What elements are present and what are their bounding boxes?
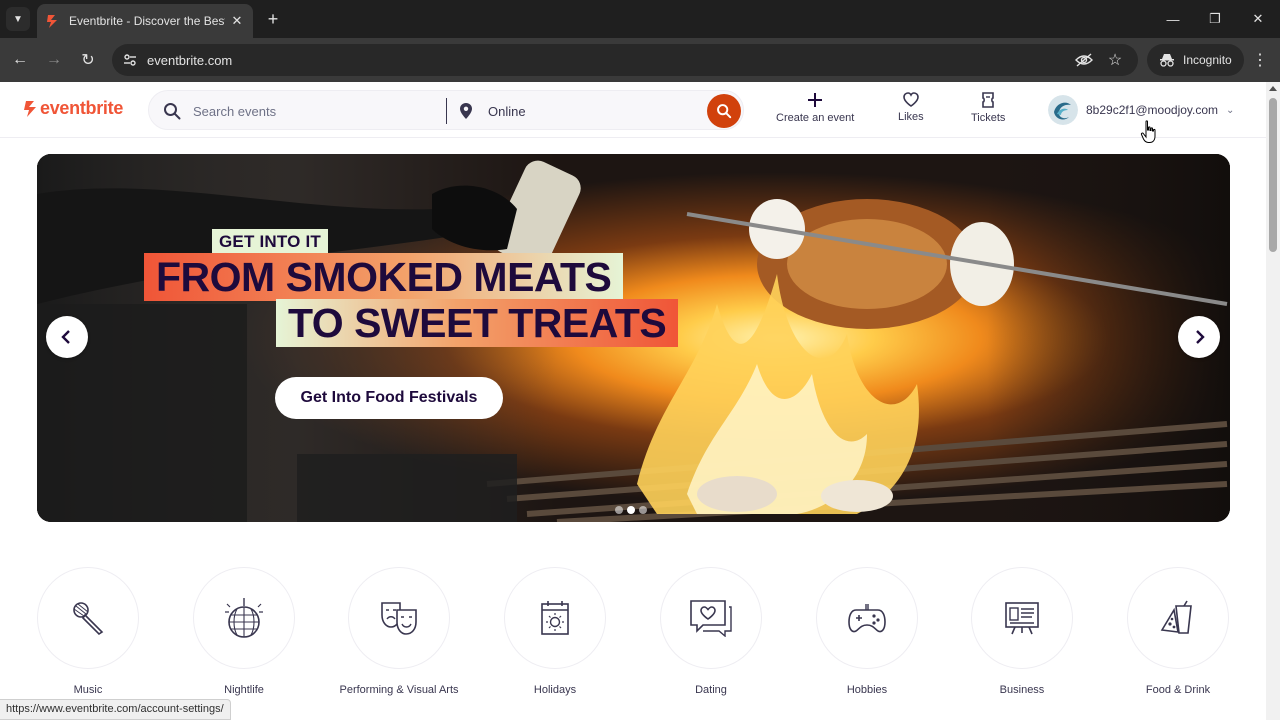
- carousel-dot-active[interactable]: [627, 506, 635, 514]
- location-pin-icon: [460, 103, 472, 119]
- new-tab-icon[interactable]: +: [262, 8, 284, 30]
- category-circle: [660, 567, 762, 669]
- carousel-next-button[interactable]: [1178, 316, 1220, 358]
- avatar: [1048, 95, 1078, 125]
- page-scrollbar[interactable]: [1266, 82, 1280, 720]
- address-bar[interactable]: eventbrite.com ☆: [112, 44, 1138, 76]
- create-event-label: Create an event: [776, 112, 855, 124]
- incognito-label: Incognito: [1183, 53, 1232, 67]
- search-submit-icon: [717, 104, 732, 119]
- hero-headline-line1: FROM SMOKED MEATS: [144, 253, 624, 301]
- category-label: Dating: [695, 684, 727, 696]
- category-circle: [37, 567, 139, 669]
- carousel-dots: [615, 506, 647, 514]
- web-page: eventbrite Create an event: [0, 82, 1280, 720]
- theater-masks-icon: [381, 602, 417, 635]
- incognito-icon: [1160, 54, 1174, 67]
- browser-menu-icon[interactable]: ⋮: [1248, 48, 1272, 72]
- tracking-protection-icon[interactable]: [1072, 48, 1096, 72]
- category-label: Music: [73, 684, 103, 696]
- category-circle: [1127, 567, 1229, 669]
- eventbrite-favicon-icon: [47, 15, 57, 28]
- likes-label: Likes: [898, 111, 924, 123]
- gamepad-icon: [848, 604, 886, 633]
- location-input[interactable]: [488, 100, 688, 122]
- chevron-down-icon: ⌄: [1226, 104, 1235, 116]
- scrollbar-thumb[interactable]: [1269, 98, 1277, 252]
- heart-chat-icon: [690, 600, 732, 637]
- ticket-icon: [982, 92, 995, 108]
- window-close-icon[interactable]: ✕: [1237, 0, 1279, 38]
- browser-tab-bar: ▼ Eventbrite - Discover the Best Local E…: [0, 0, 1280, 38]
- hero-carousel: GET INTO IT FROM SMOKED MEATS TO SWEET T…: [37, 154, 1230, 522]
- heart-icon: [903, 92, 919, 107]
- search-divider: [446, 98, 447, 124]
- search-events-input[interactable]: [193, 100, 443, 122]
- site-header: eventbrite Create an event: [0, 82, 1266, 138]
- tickets-link[interactable]: Tickets: [971, 92, 1005, 124]
- category-label: Food & Drink: [1145, 684, 1211, 696]
- category-holidays[interactable]: Holidays: [477, 567, 633, 698]
- disco-ball-icon: [225, 598, 263, 638]
- category-music[interactable]: Music: [10, 567, 166, 698]
- category-label: Holidays: [533, 684, 577, 696]
- chevron-right-icon: [1196, 330, 1205, 344]
- carousel-dot[interactable]: [615, 506, 623, 514]
- category-label: Business: [999, 684, 1045, 696]
- incognito-badge[interactable]: Incognito: [1147, 44, 1244, 76]
- category-circle: [816, 567, 918, 669]
- category-performing-visual-arts[interactable]: Performing & Visual Arts: [321, 567, 477, 698]
- create-event-link[interactable]: Create an event: [776, 92, 854, 124]
- likes-link[interactable]: Likes: [898, 92, 924, 123]
- category-hobbies[interactable]: Hobbies: [789, 567, 945, 698]
- restore-icon[interactable]: ❐: [1194, 0, 1236, 38]
- tickets-label: Tickets: [971, 112, 1006, 124]
- account-email: 8b29c2f1@moodjoy.com: [1086, 103, 1219, 117]
- minimize-icon[interactable]: —: [1152, 0, 1194, 38]
- category-circle: [193, 567, 295, 669]
- bookmark-star-icon[interactable]: ☆: [1103, 48, 1127, 72]
- microphone-icon: [73, 602, 104, 636]
- category-label: Performing & Visual Arts: [339, 684, 459, 696]
- status-bar-link-preview: https://www.eventbrite.com/account-setti…: [0, 699, 231, 720]
- reload-icon[interactable]: ↻: [76, 48, 100, 72]
- chevron-down-icon: ▼: [13, 13, 23, 25]
- search-icon: [164, 103, 181, 120]
- search-submit-button[interactable]: [707, 94, 741, 128]
- category-nightlife[interactable]: Nightlife: [166, 567, 322, 698]
- back-icon[interactable]: ←: [8, 48, 32, 72]
- tab-title: Eventbrite - Discover the Best Local Eve…: [69, 14, 225, 28]
- category-label: Nightlife: [224, 684, 264, 696]
- chevron-left-icon: [61, 330, 70, 344]
- carousel-prev-button[interactable]: [46, 316, 88, 358]
- hero-headline-line2: TO SWEET TREATS: [276, 299, 679, 347]
- category-circle: [504, 567, 606, 669]
- hero-eyebrow: GET INTO IT: [212, 229, 329, 255]
- category-food-drink[interactable]: Food & Drink: [1100, 567, 1256, 698]
- hand-pointer-cursor-icon: [1140, 120, 1156, 143]
- site-info-icon[interactable]: [118, 48, 142, 72]
- presentation-board-icon: [1005, 602, 1039, 635]
- url-text: eventbrite.com: [147, 52, 233, 68]
- browser-tab-active[interactable]: Eventbrite - Discover the Best Local Eve…: [37, 4, 253, 38]
- calendar-sun-icon: [541, 601, 569, 635]
- category-business[interactable]: Business: [944, 567, 1100, 698]
- category-label: Hobbies: [846, 684, 888, 696]
- eventbrite-logo[interactable]: eventbrite: [22, 98, 123, 119]
- food-drink-icon: [1160, 600, 1192, 634]
- search-bar: [148, 90, 744, 130]
- browser-toolbar: ← → ↻ eventbrite.com ☆ Incognito ⋮: [0, 38, 1280, 82]
- category-circle: [348, 567, 450, 669]
- hero-cta-button[interactable]: Get Into Food Festivals: [275, 377, 503, 419]
- eventbrite-logo-icon: [24, 100, 36, 117]
- forward-icon[interactable]: →: [42, 48, 66, 72]
- carousel-dot[interactable]: [639, 506, 647, 514]
- plus-icon: [808, 93, 823, 107]
- tab-close-icon[interactable]: ✕: [229, 13, 245, 29]
- tab-search-button[interactable]: ▼: [6, 7, 30, 31]
- scroll-up-arrow-icon[interactable]: [1269, 86, 1277, 91]
- logo-text: eventbrite: [40, 98, 124, 118]
- category-dating[interactable]: Dating: [633, 567, 789, 698]
- category-circle: [971, 567, 1073, 669]
